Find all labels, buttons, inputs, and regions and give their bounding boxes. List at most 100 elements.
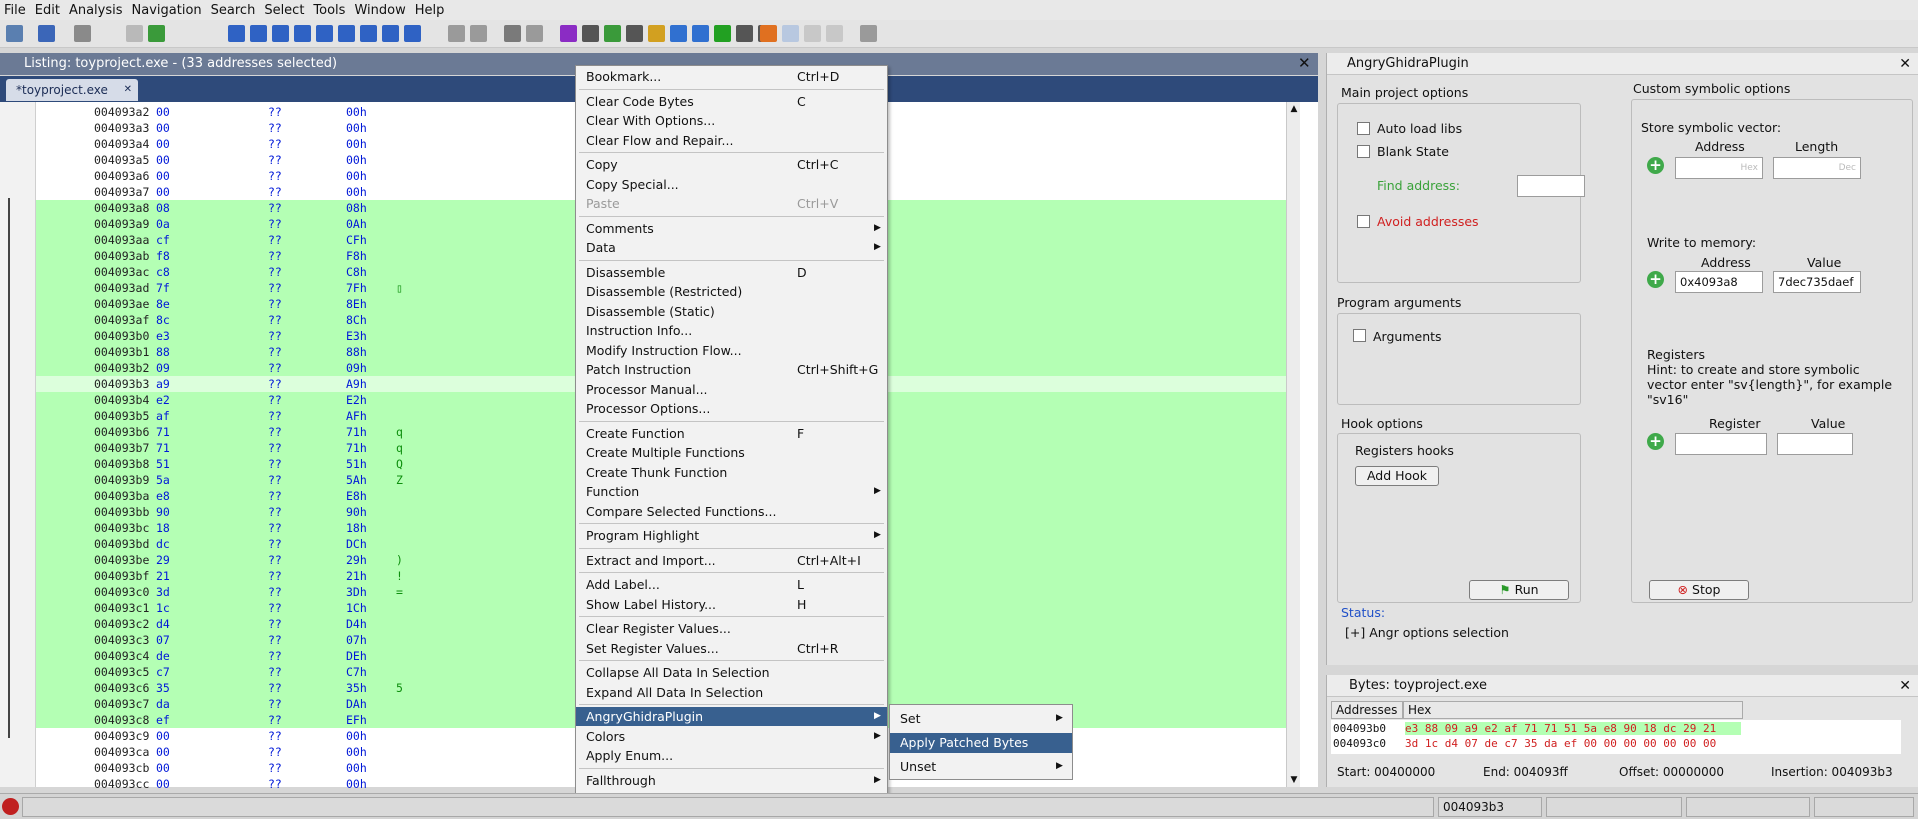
menu-item-comments[interactable]: Comments ▶ [576, 219, 887, 238]
blank-state-checkbox[interactable] [1357, 145, 1370, 158]
prev-icon[interactable] [126, 25, 143, 42]
menu-item-clear-register-values[interactable]: Clear Register Values... [576, 619, 887, 638]
menu-item-collapse-all-data-in-selection[interactable]: Collapse All Data In Selection [576, 663, 887, 682]
close-icon[interactable]: ✕ [1899, 53, 1911, 75]
menu-item-disassemble-static[interactable]: Disassemble (Static) [576, 302, 887, 321]
tree-icon[interactable] [826, 25, 843, 42]
scroll-down-icon[interactable]: ▼ [1287, 775, 1301, 785]
f-icon[interactable] [338, 25, 355, 42]
diamond-icon[interactable] [760, 25, 777, 42]
u-icon[interactable] [294, 25, 311, 42]
find-address-input[interactable] [1517, 175, 1585, 197]
refresh-icon[interactable] [604, 25, 621, 42]
check-icon[interactable] [560, 25, 577, 42]
terminal-icon[interactable] [736, 25, 753, 42]
submenu-item-apply-patched-bytes[interactable]: Apply Patched Bytes [890, 733, 1072, 753]
memory-icon[interactable] [626, 25, 643, 42]
menu-item-apply-enum[interactable]: Apply Enum... [576, 746, 887, 765]
vector-length-input[interactable]: Dec [1773, 157, 1861, 179]
menu-item-paste[interactable]: Paste Ctrl+V [576, 194, 887, 213]
b-icon[interactable] [404, 25, 421, 42]
register-value-input[interactable] [1777, 433, 1853, 455]
menu-window[interactable]: Window [354, 3, 405, 18]
menu-tools[interactable]: Tools [313, 3, 345, 18]
copy-icon[interactable] [470, 25, 487, 42]
close-icon[interactable]: ✕ [1298, 56, 1311, 71]
stop-button[interactable]: ⊗ Stop [1649, 580, 1749, 600]
menu-item-copy-special[interactable]: Copy Special... [576, 175, 887, 194]
d-icon[interactable] [272, 25, 289, 42]
auto-load-checkbox[interactable] [1357, 122, 1370, 135]
register-input[interactable] [1675, 433, 1767, 455]
submenu-item-set[interactable]: Set ▶ [890, 709, 1072, 729]
menu-item-instruction-info[interactable]: Instruction Info... [576, 321, 887, 340]
menu-item-clear-with-options[interactable]: Clear With Options... [576, 111, 887, 130]
avoid-checkbox[interactable] [1357, 215, 1370, 228]
menu-item-show-label-history[interactable]: Show Label History... H [576, 595, 887, 614]
menu-search[interactable]: Search [211, 3, 256, 18]
menu-item-clear-code-bytes[interactable]: Clear Code Bytes C [576, 92, 887, 111]
add-vector-icon[interactable]: + [1647, 157, 1664, 174]
add-register-icon[interactable]: + [1647, 433, 1664, 450]
menu-item-create-multiple-functions[interactable]: Create Multiple Functions [576, 443, 887, 462]
window-icon[interactable] [782, 25, 799, 42]
down-arrow-icon[interactable] [228, 25, 245, 42]
i-icon[interactable] [250, 25, 267, 42]
memory-value-input[interactable]: 7dec735daef [1773, 271, 1861, 293]
r-icon[interactable] [360, 25, 377, 42]
tab-close-icon[interactable]: ✕ [124, 79, 132, 101]
cut-icon[interactable] [448, 25, 465, 42]
menu-analysis[interactable]: Analysis [69, 3, 123, 18]
menu-item-create-function[interactable]: Create Function F [576, 424, 887, 443]
scroll-up-icon[interactable]: ▲ [1287, 104, 1301, 114]
vector-address-input[interactable]: Hex [1675, 157, 1763, 179]
menu-item-processor-options[interactable]: Processor Options... [576, 399, 887, 418]
tab-toyproject[interactable]: *toyproject.exe ✕ [6, 79, 138, 101]
menu-item-fallthrough[interactable]: Fallthrough ▶ [576, 771, 887, 790]
submenu-item-unset[interactable]: Unset ▶ [890, 757, 1072, 777]
menu-item-modify-instruction-flow[interactable]: Modify Instruction Flow... [576, 341, 887, 360]
menu-item-program-highlight[interactable]: Program Highlight ▶ [576, 526, 887, 545]
v-icon[interactable] [382, 25, 399, 42]
menu-item-data[interactable]: Data ▶ [576, 238, 887, 257]
memory-address-input[interactable]: 0x4093a8 [1675, 271, 1763, 293]
listing-scrollbar[interactable]: ▲ ▼ [1286, 102, 1300, 787]
add-memory-icon[interactable]: + [1647, 271, 1664, 288]
plugin-icon[interactable] [860, 25, 877, 42]
redo-icon[interactable] [526, 25, 543, 42]
menu-item-disassemble[interactable]: Disassemble D [576, 263, 887, 282]
menu-item-create-thunk-function[interactable]: Create Thunk Function [576, 463, 887, 482]
menu-select[interactable]: Select [264, 3, 304, 18]
menu-file[interactable]: File [4, 3, 26, 18]
run-icon[interactable] [714, 25, 731, 42]
menu-item-colors[interactable]: Colors ▶ [576, 727, 887, 746]
menu-item-copy[interactable]: Copy Ctrl+C [576, 155, 887, 174]
col-addresses[interactable]: Addresses [1331, 701, 1403, 719]
l-icon[interactable] [316, 25, 333, 42]
menu-edit[interactable]: Edit [35, 3, 60, 18]
back-icon[interactable] [38, 25, 55, 42]
menu-item-compare-selected-functions[interactable]: Compare Selected Functions... [576, 502, 887, 521]
save-icon[interactable] [6, 25, 23, 42]
menu-item-add-label[interactable]: Add Label... L [576, 575, 887, 594]
menu-item-bookmark[interactable]: Bookmark... Ctrl+D [576, 67, 887, 86]
table-icon[interactable] [804, 25, 821, 42]
col-hex[interactable]: Hex [1403, 701, 1743, 719]
folder-icon[interactable] [648, 25, 665, 42]
menu-navigation[interactable]: Navigation [132, 3, 202, 18]
bytes-table[interactable]: 004093b0 e3 88 09 a9 e2 af 71 71 51 5a e… [1331, 720, 1901, 754]
undo-icon[interactable] [504, 25, 521, 42]
script-icon[interactable] [670, 25, 687, 42]
menu-item-set-register-values[interactable]: Set Register Values... Ctrl+R [576, 639, 887, 658]
menu-item-processor-manual[interactable]: Processor Manual... [576, 380, 887, 399]
menu-item-function[interactable]: Function ▶ [576, 482, 887, 501]
add-hook-button[interactable]: Add Hook [1355, 466, 1439, 486]
debug-icon[interactable] [692, 25, 709, 42]
close-icon[interactable]: ✕ [1899, 675, 1911, 697]
menu-item-disassemble-restricted[interactable]: Disassemble (Restricted) [576, 282, 887, 301]
menu-item-expand-all-data-in-selection[interactable]: Expand All Data In Selection [576, 683, 887, 702]
tool-icon[interactable] [582, 25, 599, 42]
menu-item-clear-flow-and-repair[interactable]: Clear Flow and Repair... [576, 131, 887, 150]
run-button[interactable]: ⚑ Run [1469, 580, 1569, 600]
arguments-checkbox[interactable] [1353, 329, 1366, 342]
